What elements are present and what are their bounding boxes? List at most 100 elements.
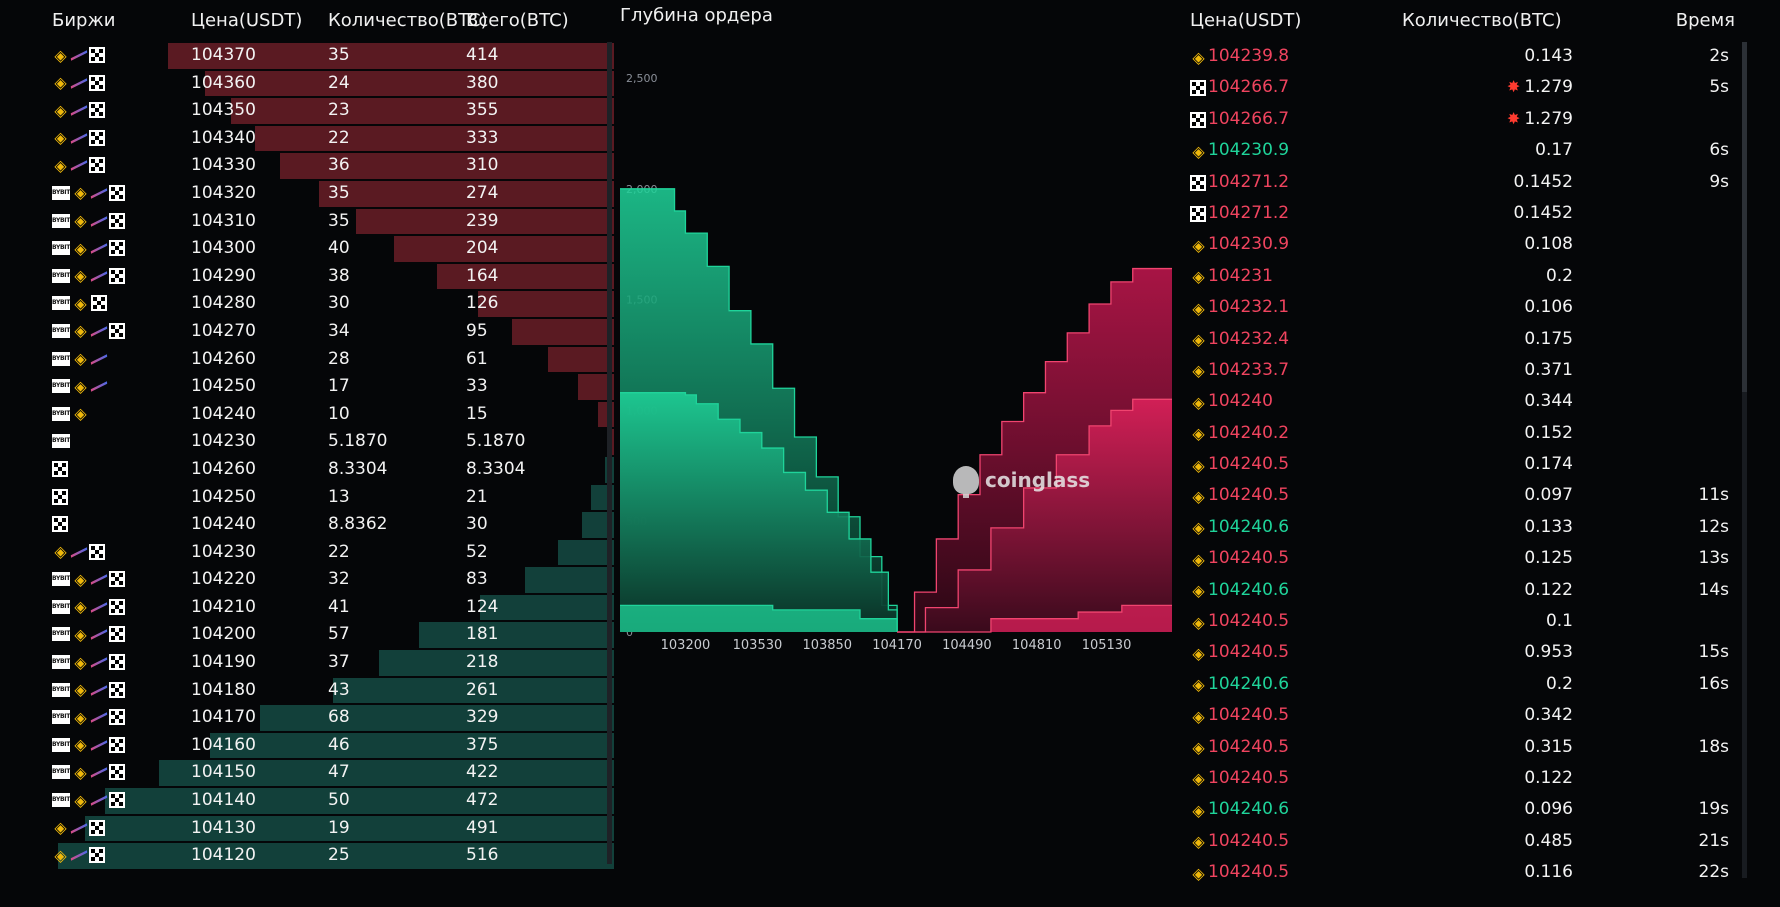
- ask-row[interactable]: BYBIT ◈ 104240 10 15: [52, 401, 614, 429]
- okx-icon: [109, 240, 125, 257]
- bid-row[interactable]: BYBIT ◈ 104140 50 472: [52, 787, 614, 815]
- binance-icon: ◈: [74, 376, 87, 396]
- price-cell: 104350: [191, 100, 256, 121]
- bid-row[interactable]: BYBIT ◈ 104170 68 329: [52, 704, 614, 732]
- depth-chart[interactable]: 05001,0001,5002,0002,5001032001035301038…: [620, 0, 1180, 680]
- trade-quantity: ✸ 1.279: [1507, 109, 1573, 129]
- quantity-cell: 57: [328, 624, 350, 645]
- ask-row[interactable]: BYBIT ◈ 104320 35 274: [52, 180, 614, 208]
- bid-row[interactable]: BYBIT ◈ 104180 43 261: [52, 677, 614, 705]
- trade-quantity-value: 0.116: [1524, 862, 1573, 883]
- ask-row[interactable]: BYBIT ◈ 104280 30 126: [52, 290, 614, 318]
- total-cell: 52: [466, 541, 488, 562]
- ask-row[interactable]: ◈ 104360 24 380: [52, 70, 614, 98]
- ask-depth-bar: [231, 98, 614, 124]
- trade-quantity-value: 0.174: [1524, 454, 1573, 475]
- quantity-cell: 46: [328, 734, 350, 755]
- total-cell: 375: [466, 734, 499, 755]
- price-cell: 104150: [191, 762, 256, 783]
- ask-row[interactable]: BYBIT ◈ 104290 38 164: [52, 263, 614, 291]
- quantity-cell: 22: [328, 127, 350, 148]
- trade-quantity-value: 0.097: [1524, 485, 1573, 506]
- binance-icon: ◈: [1192, 612, 1205, 632]
- trade-price: 104240.6: [1208, 516, 1290, 537]
- quantity-cell: 5.1870: [328, 431, 388, 452]
- header-total[interactable]: Всего(BTC): [466, 10, 569, 31]
- binance-icon: ◈: [74, 624, 87, 644]
- trades-scrollbar-thumb[interactable]: [1742, 42, 1747, 392]
- binance-icon: ◈: [1192, 455, 1205, 475]
- trade-price: 104240: [1208, 391, 1273, 412]
- bid-row[interactable]: 104250 13 21: [52, 484, 614, 512]
- trades-scrollbar[interactable]: [1742, 42, 1747, 878]
- bid-row[interactable]: BYBIT ◈ 104210 41 124: [52, 594, 614, 622]
- bid-row[interactable]: BYBIT ◈ 104220 32 83: [52, 566, 614, 594]
- ask-row[interactable]: BYBIT ◈ 104260 28 61: [52, 346, 614, 374]
- price-cell: 104180: [191, 679, 256, 700]
- trade-quantity-value: 0.342: [1524, 705, 1573, 726]
- total-cell: 218: [466, 652, 499, 673]
- bid-depth-bar: [105, 788, 614, 814]
- header-exchanges[interactable]: Биржи: [52, 10, 115, 31]
- okx-icon: [89, 102, 105, 119]
- trade-time: 9s: [1709, 171, 1729, 192]
- order-book-scrollbar[interactable]: [607, 42, 612, 864]
- bitget-icon: [70, 133, 88, 144]
- bid-row[interactable]: BYBIT ◈ 104190 37 218: [52, 649, 614, 677]
- header-price[interactable]: Цена(USDT): [191, 10, 302, 31]
- binance-icon: ◈: [1192, 392, 1205, 412]
- y-tick-label: 2,500: [626, 72, 658, 85]
- price-cell: 104210: [191, 596, 256, 617]
- header-quantity[interactable]: Количество(BTC): [328, 10, 488, 31]
- bybit-icon: BYBIT: [52, 406, 70, 421]
- ask-row[interactable]: BYBIT ◈ 104310 35 239: [52, 208, 614, 236]
- ask-row[interactable]: ◈ 104370 35 414: [52, 42, 614, 70]
- bitget-icon: [90, 574, 108, 586]
- bid-row[interactable]: ◈ 104230 22 52: [52, 539, 614, 567]
- okx-icon: [109, 709, 125, 726]
- total-cell: 333: [466, 127, 499, 148]
- header-trade-price: Цена(USDT): [1190, 10, 1302, 31]
- bybit-icon: BYBIT: [52, 627, 70, 642]
- exchange-icons: BYBIT ◈: [52, 626, 125, 643]
- bid-row[interactable]: ◈ 104130 19 491: [52, 815, 614, 843]
- bid-row[interactable]: ◈ 104120 25 516: [52, 842, 614, 870]
- bitget-icon: [90, 712, 108, 723]
- trade-row: ◈ 104240.2 0.152: [1190, 421, 1745, 452]
- total-cell: 516: [466, 845, 499, 866]
- trade-row: ◈ 104240.5 0.097 11s: [1190, 483, 1745, 514]
- trade-row: ◈ 104240 0.344: [1190, 389, 1745, 420]
- trade-quantity: 0.174: [1524, 454, 1573, 474]
- okx-icon: [89, 847, 105, 864]
- okx-icon: [109, 571, 125, 588]
- trade-quantity: ✸ 1.279: [1507, 77, 1573, 97]
- bid-row[interactable]: 104260 8.3304 8.3304: [52, 456, 614, 484]
- ask-row[interactable]: BYBIT ◈ 104270 34 95: [52, 318, 614, 346]
- trade-row: ◈ 104240.5 0.174: [1190, 452, 1745, 483]
- bybit-icon: BYBIT: [52, 434, 70, 449]
- bitget-icon: [70, 546, 88, 558]
- bid-row[interactable]: BYBIT ◈ 104200 57 181: [52, 621, 614, 649]
- trade-quantity-value: 0.152: [1524, 422, 1573, 443]
- ask-row[interactable]: ◈ 104340 22 333: [52, 125, 614, 153]
- ask-row[interactable]: BYBIT ◈ 104250 17 33: [52, 373, 614, 401]
- ask-row[interactable]: BYBIT ◈ 104300 40 204: [52, 235, 614, 263]
- ask-row[interactable]: BYBIT 104230 5.1870 5.1870: [52, 428, 614, 456]
- ask-row[interactable]: ◈ 104350 23 355: [52, 97, 614, 125]
- exchange-icons: ◈: [52, 47, 105, 64]
- binance-icon: ◈: [1192, 141, 1205, 161]
- bid-row[interactable]: BYBIT ◈ 104160 46 375: [52, 732, 614, 760]
- price-cell: 104330: [191, 155, 256, 176]
- bid-row[interactable]: 104240 8.8362 30: [52, 511, 614, 539]
- trade-quantity: 0.125: [1524, 548, 1573, 568]
- bid-row[interactable]: BYBIT ◈ 104150 47 422: [52, 759, 614, 787]
- price-cell: 104360: [191, 72, 256, 93]
- bitget-icon: [70, 160, 88, 172]
- trade-quantity-value: 0.096: [1524, 799, 1573, 820]
- trade-time: 2s: [1709, 46, 1729, 66]
- bitget-icon: [90, 353, 108, 365]
- trade-quantity-value: 0.143: [1524, 46, 1573, 66]
- ask-row[interactable]: ◈ 104330 36 310: [52, 152, 614, 180]
- binance-icon: ◈: [54, 155, 67, 175]
- bybit-icon: BYBIT: [52, 213, 70, 228]
